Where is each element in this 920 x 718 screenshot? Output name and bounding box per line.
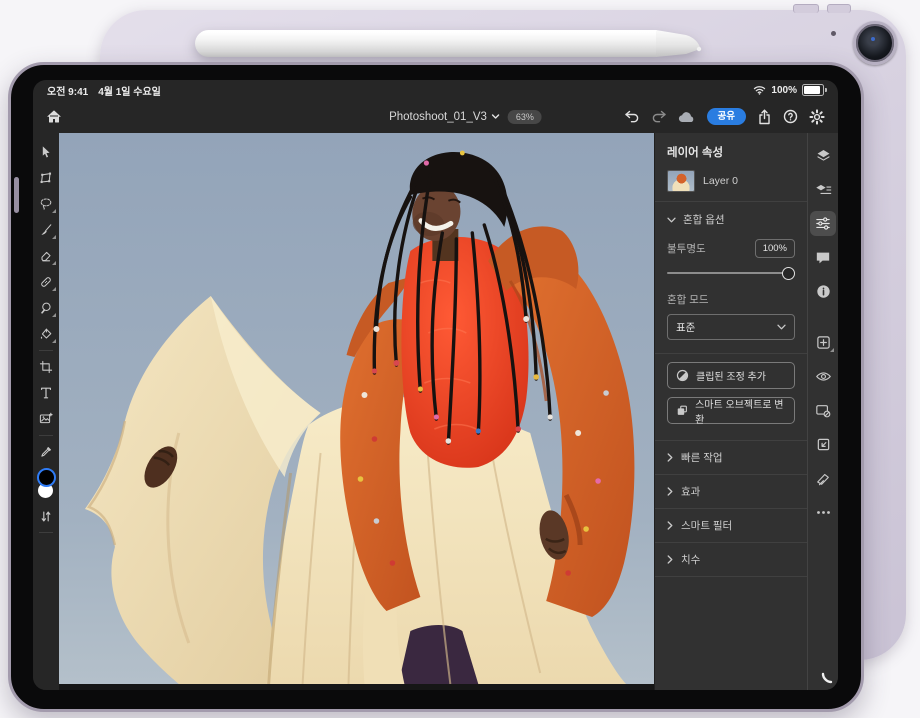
healing-brush-tool[interactable] (34, 269, 58, 295)
document-title[interactable]: Photoshoot_01_V3 (389, 111, 500, 123)
status-bar: 오전 9:41 4월 1일 수요일 100% (33, 80, 838, 100)
scroll-indicator (821, 672, 833, 684)
date: 4월 1일 수요일 (98, 87, 161, 98)
chevron-right-icon (667, 487, 673, 496)
battery-icon (802, 84, 824, 96)
swap-colors-tool[interactable] (34, 503, 58, 529)
redo-button[interactable] (651, 110, 667, 124)
undo-button[interactable] (624, 110, 640, 124)
lasso-select-tool[interactable] (34, 191, 58, 217)
ipad-front-device: 오전 9:41 4월 1일 수요일 100% (8, 62, 864, 712)
blend-mode-select[interactable]: 표준 (667, 314, 795, 340)
chevron-right-icon (667, 555, 673, 564)
comments-button[interactable] (810, 245, 836, 270)
battery-percent: 100% (771, 85, 797, 96)
settings-gear-icon[interactable] (809, 109, 825, 125)
chevron-down-icon (667, 217, 676, 223)
color-swatches[interactable] (34, 467, 58, 501)
panel-title: 레이어 속성 (667, 144, 795, 160)
fill-tool[interactable] (34, 321, 58, 347)
rear-camera (853, 21, 897, 65)
slider-knob[interactable] (782, 267, 795, 280)
section-smart-filters[interactable]: 스마트 필터 (667, 509, 795, 542)
move-tool[interactable] (34, 139, 58, 165)
type-tool[interactable] (34, 380, 58, 406)
help-button[interactable] (783, 109, 798, 124)
blend-options-header[interactable]: 혼합 옵션 (667, 202, 795, 237)
share-button[interactable]: 공유 (707, 108, 746, 125)
canvas[interactable] (59, 133, 654, 690)
volume-button (793, 4, 819, 13)
chevron-right-icon (667, 453, 673, 462)
layer-properties-panel: 레이어 속성 Layer 0 혼합 옵션 불투명도 100% (654, 133, 807, 690)
place-photo-tool[interactable] (34, 406, 58, 432)
wifi-icon (753, 85, 766, 95)
photo-layer (59, 133, 654, 684)
brush-tool[interactable] (34, 217, 58, 243)
convert-smart-object-button[interactable]: 스마트 오브젝트로 변환 (667, 397, 795, 424)
layer-properties-button[interactable] (810, 211, 836, 236)
layer-mask-button[interactable] (810, 398, 836, 423)
chevron-down-icon (492, 114, 500, 119)
clip-layer-button[interactable] (810, 466, 836, 491)
canvas-pasteboard (59, 684, 654, 690)
foreground-color-swatch[interactable] (37, 468, 56, 487)
crop-tool[interactable] (34, 354, 58, 380)
app-header: Photoshoot_01_V3 63% 공유 (33, 100, 838, 133)
marketing-scene: 오전 9:41 4월 1일 수요일 100% (0, 0, 920, 718)
add-clipped-adjustment-button[interactable]: 클립된 조정 추가 (667, 362, 795, 389)
home-button[interactable] (46, 109, 62, 124)
eraser-tool[interactable] (34, 243, 58, 269)
transform-tool[interactable] (34, 165, 58, 191)
opacity-value[interactable]: 100% (755, 239, 795, 258)
opacity-label: 불투명도 (667, 241, 706, 256)
smart-object-icon (676, 404, 688, 417)
opacity-slider[interactable] (667, 264, 795, 282)
add-layer-button[interactable] (810, 330, 836, 355)
chevron-down-icon (777, 324, 786, 330)
apple-pencil (195, 30, 700, 57)
task-bar (807, 133, 838, 690)
chevron-right-icon (667, 521, 673, 530)
layer-detail-view-button[interactable] (810, 177, 836, 202)
tool-bar (33, 133, 59, 690)
layer-thumbnail (667, 170, 695, 192)
side-button (14, 177, 19, 213)
section-dimensions[interactable]: 치수 (667, 543, 795, 576)
section-quick-actions[interactable]: 빠른 작업 (667, 441, 795, 474)
place-embedded-button[interactable] (810, 432, 836, 457)
layer-row[interactable]: Layer 0 (667, 170, 795, 192)
volume-button (827, 4, 851, 13)
zoom-level-badge[interactable]: 63% (508, 110, 542, 124)
clone-stamp-tool[interactable] (34, 295, 58, 321)
cloud-sync-icon[interactable] (678, 111, 696, 123)
clock: 오전 9:41 (47, 87, 88, 98)
more-options-button[interactable] (810, 500, 836, 525)
layer-visibility-button[interactable] (810, 364, 836, 389)
document-info-button[interactable] (810, 279, 836, 304)
section-effects[interactable]: 효과 (667, 475, 795, 508)
photoshop-app: 오전 9:41 4월 1일 수요일 100% (33, 80, 838, 690)
layers-view-button[interactable] (810, 143, 836, 168)
export-button[interactable] (757, 109, 772, 125)
layer-name: Layer 0 (703, 175, 738, 187)
eyedropper-tool[interactable] (34, 439, 58, 465)
blend-mode-label: 혼합 모드 (667, 292, 795, 307)
rear-microphone (831, 31, 836, 36)
clipped-adjustment-icon (676, 369, 689, 382)
